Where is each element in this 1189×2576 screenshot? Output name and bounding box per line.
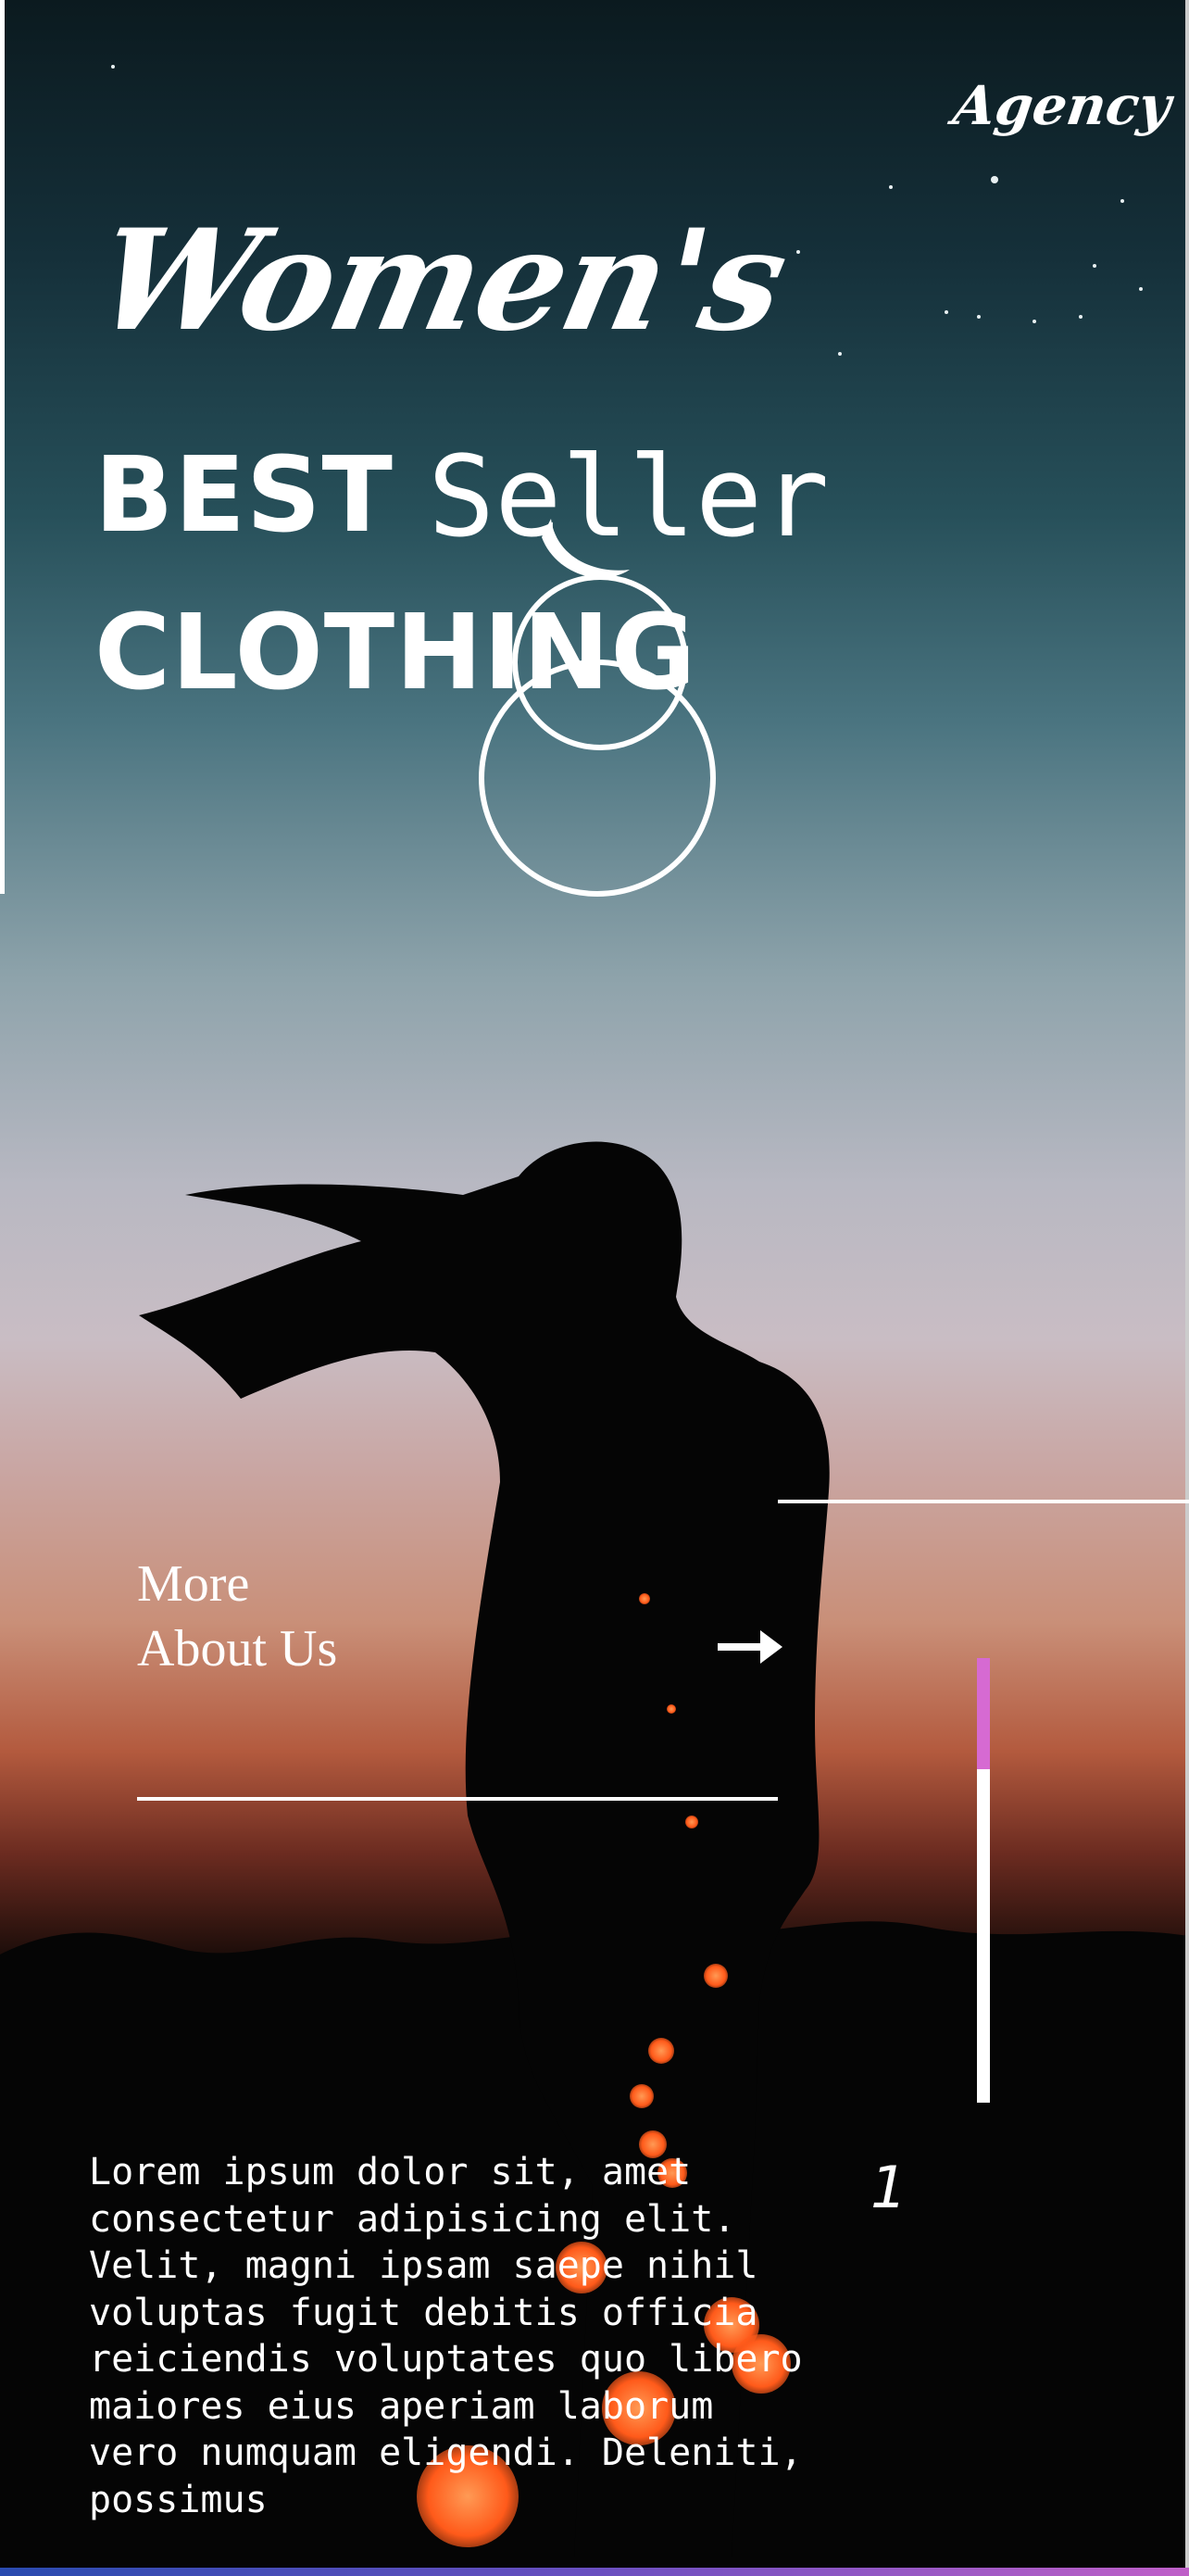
description-text: Lorem ipsum dolor sit, amet consectetur … <box>89 2151 803 2521</box>
slide-progress-bar[interactable] <box>977 1658 990 2103</box>
moon-and-circles-decoration <box>479 519 716 897</box>
bottom-accent-strip <box>0 2568 1189 2576</box>
left-edge-line <box>0 0 5 894</box>
agency-logo[interactable]: Agency <box>949 74 1174 137</box>
bottom-divider-line <box>137 1797 778 1801</box>
top-divider-line <box>778 1500 1189 1503</box>
more-about-us-link[interactable]: More About Us <box>137 1552 341 1681</box>
hero-title-best: BEST <box>94 435 394 556</box>
hero-title-script: Women's <box>82 199 799 362</box>
right-edge-line <box>1185 0 1189 2576</box>
arrow-right-icon[interactable] <box>718 1630 782 1664</box>
slide-progress-fill <box>977 1658 990 1769</box>
slide-page-number: 1 <box>870 2154 907 2221</box>
